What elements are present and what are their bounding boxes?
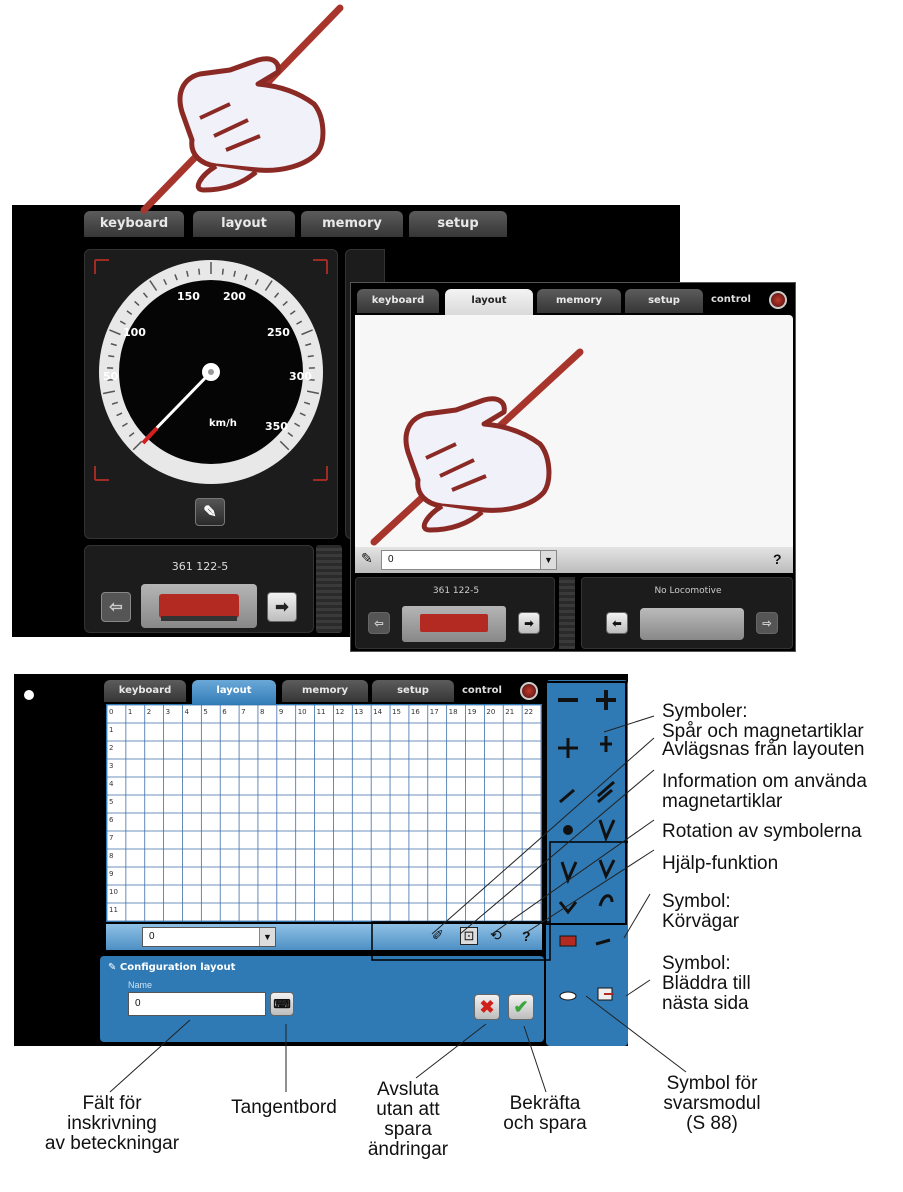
callout-keyboard: Tangentbord (231, 1097, 337, 1118)
callout-next-page: Symbol: Bläddra till nästa sida (662, 953, 751, 1014)
callout-remove: Avlägsnas från layouten (662, 739, 865, 760)
callout-symbols: Symboler: Spår och magnetartiklar (662, 701, 864, 742)
callout-feedback: Symbol för svarsmodul (S 88) (663, 1073, 761, 1134)
callout-lines (109, 715, 687, 1093)
callout-help: Hjälp-funktion (662, 853, 779, 874)
callout-rotate: Rotation av symbolerna (662, 821, 862, 842)
callout-confirm: Bekräfta och spara (503, 1093, 587, 1134)
callout-routes: Symbol: Körvägar (662, 891, 740, 932)
callout-cancel: Avsluta utan att spara ändringar (367, 1079, 449, 1160)
callout-text-field: Fält för inskrivning av beteckningar (44, 1093, 180, 1154)
callout-info: Information om använda magnetartiklar (662, 771, 867, 812)
